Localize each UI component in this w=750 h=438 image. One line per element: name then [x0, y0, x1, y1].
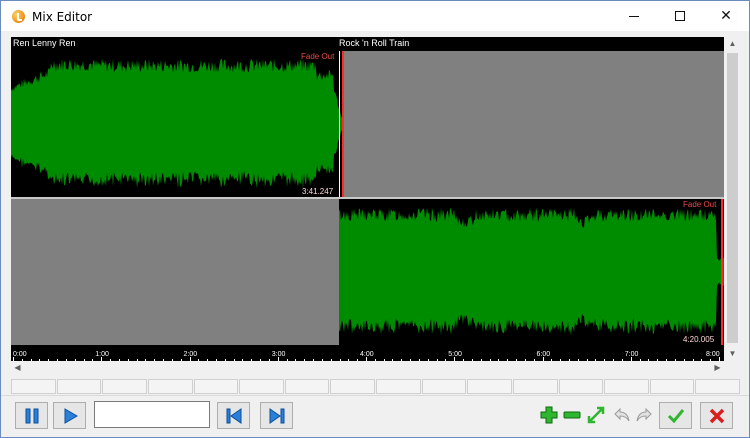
- minimize-icon: [629, 15, 639, 17]
- marker-slot[interactable]: [467, 379, 512, 394]
- marker-slots: [11, 379, 741, 394]
- track2-waveform: [339, 199, 724, 345]
- track2-fade-label: Fade Out: [683, 200, 717, 209]
- check-icon: [667, 408, 684, 423]
- ruler-tick-label: 1:00: [95, 351, 109, 358]
- track-1[interactable]: Fade Out 3:41.247: [11, 51, 724, 197]
- undo-icon: [613, 407, 629, 421]
- track1-fade-marker[interactable]: [342, 51, 344, 197]
- ruler-tick-label: 5:00: [448, 351, 462, 358]
- scroll-left-icon[interactable]: ◀: [11, 361, 24, 374]
- marker-slot[interactable]: [284, 379, 330, 394]
- marker-slot[interactable]: [193, 379, 239, 394]
- bottom-toolbar: [1, 395, 749, 437]
- fit-icon: [587, 406, 604, 423]
- marker-slot[interactable]: [421, 379, 467, 394]
- pause-icon: [25, 408, 38, 423]
- ruler-tick-label: 3:00: [271, 351, 286, 358]
- next-button[interactable]: [260, 402, 293, 429]
- timeline-ruler[interactable]: 0:00 1:00 2:00 3:00 4:00 5:00 6:00 7:00 8:00: [11, 347, 724, 361]
- marker-slot[interactable]: [695, 379, 740, 394]
- marker-slot[interactable]: [376, 379, 421, 394]
- zoom-out-icon: [563, 411, 580, 418]
- vertical-scrollbar[interactable]: ▲ ▼: [724, 37, 741, 361]
- zoom-in-icon: [540, 406, 557, 423]
- close-icon: ✕: [720, 8, 732, 24]
- track1-title: Ren Lenny Ren: [13, 38, 76, 48]
- minimize-button[interactable]: [611, 1, 657, 31]
- maximize-icon: [675, 11, 685, 21]
- track-2[interactable]: Fade Out 4:20.005: [11, 199, 724, 345]
- redo-icon: [636, 407, 652, 421]
- marker-slot[interactable]: [239, 379, 284, 394]
- track2-fade-marker[interactable]: [721, 199, 723, 345]
- ruler-tick-label: 4:00: [360, 351, 374, 358]
- fit-button[interactable]: [585, 404, 606, 425]
- marker-slot[interactable]: [330, 379, 375, 394]
- play-button[interactable]: [53, 402, 86, 429]
- close-button[interactable]: ✕: [703, 1, 749, 31]
- position-field[interactable]: [94, 401, 210, 428]
- cancel-icon: [709, 408, 724, 423]
- marker-slot[interactable]: [56, 379, 102, 394]
- marker-slot[interactable]: [11, 379, 56, 394]
- vertical-scroll-thumb[interactable]: [727, 53, 738, 343]
- title-bar: Mix Editor ✕: [1, 1, 749, 31]
- skip-back-icon: [226, 407, 241, 424]
- track1-fade-label: Fade Out: [301, 52, 335, 61]
- play-icon: [64, 407, 78, 424]
- skip-forward-icon: [269, 407, 284, 424]
- ruler-tick-label: 7:00: [624, 351, 639, 358]
- previous-button[interactable]: [217, 402, 250, 429]
- undo-button[interactable]: [611, 404, 632, 425]
- zoom-in-button[interactable]: [538, 404, 559, 425]
- zoom-out-button[interactable]: [561, 404, 582, 425]
- track1-end-line: [339, 51, 340, 197]
- marker-slot[interactable]: [558, 379, 604, 394]
- pause-button[interactable]: [15, 402, 48, 429]
- scroll-down-icon[interactable]: ▼: [724, 347, 741, 361]
- track1-time-label: 3:41.247: [302, 187, 334, 196]
- cancel-button[interactable]: [700, 402, 733, 429]
- ruler-tick-label: 8:00: [706, 351, 720, 358]
- mix-editor-area[interactable]: Ren Lenny Ren Rock 'n Roll Train Fade Ou…: [11, 37, 724, 361]
- scroll-up-icon[interactable]: ▲: [724, 37, 741, 51]
- marker-slot[interactable]: [649, 379, 695, 394]
- marker-slot[interactable]: [147, 379, 193, 394]
- marker-slot[interactable]: [102, 379, 147, 394]
- app-icon: [12, 10, 25, 23]
- ruler-tick-label: 2:00: [183, 351, 198, 358]
- track-label-bar: Ren Lenny Ren Rock 'n Roll Train: [11, 37, 724, 50]
- window-title: Mix Editor: [32, 10, 93, 24]
- track2-time-label: 4:20.005: [683, 335, 715, 344]
- scroll-right-icon[interactable]: ▶: [711, 361, 724, 374]
- marker-slot[interactable]: [512, 379, 558, 394]
- track2-title: Rock 'n Roll Train: [339, 38, 410, 48]
- ruler-tick-label: 6:00: [536, 351, 551, 358]
- ok-button[interactable]: [659, 402, 692, 429]
- track1-waveform: [11, 51, 343, 197]
- redo-button[interactable]: [633, 404, 654, 425]
- horizontal-scrollbar[interactable]: ◀ ▶: [11, 361, 724, 374]
- marker-slot[interactable]: [604, 379, 649, 394]
- mix-editor-window: Mix Editor ✕ Ren Lenny Ren Rock 'n Roll …: [0, 0, 750, 438]
- maximize-button[interactable]: [657, 1, 703, 31]
- ruler-tick-label: 0:00: [13, 351, 27, 358]
